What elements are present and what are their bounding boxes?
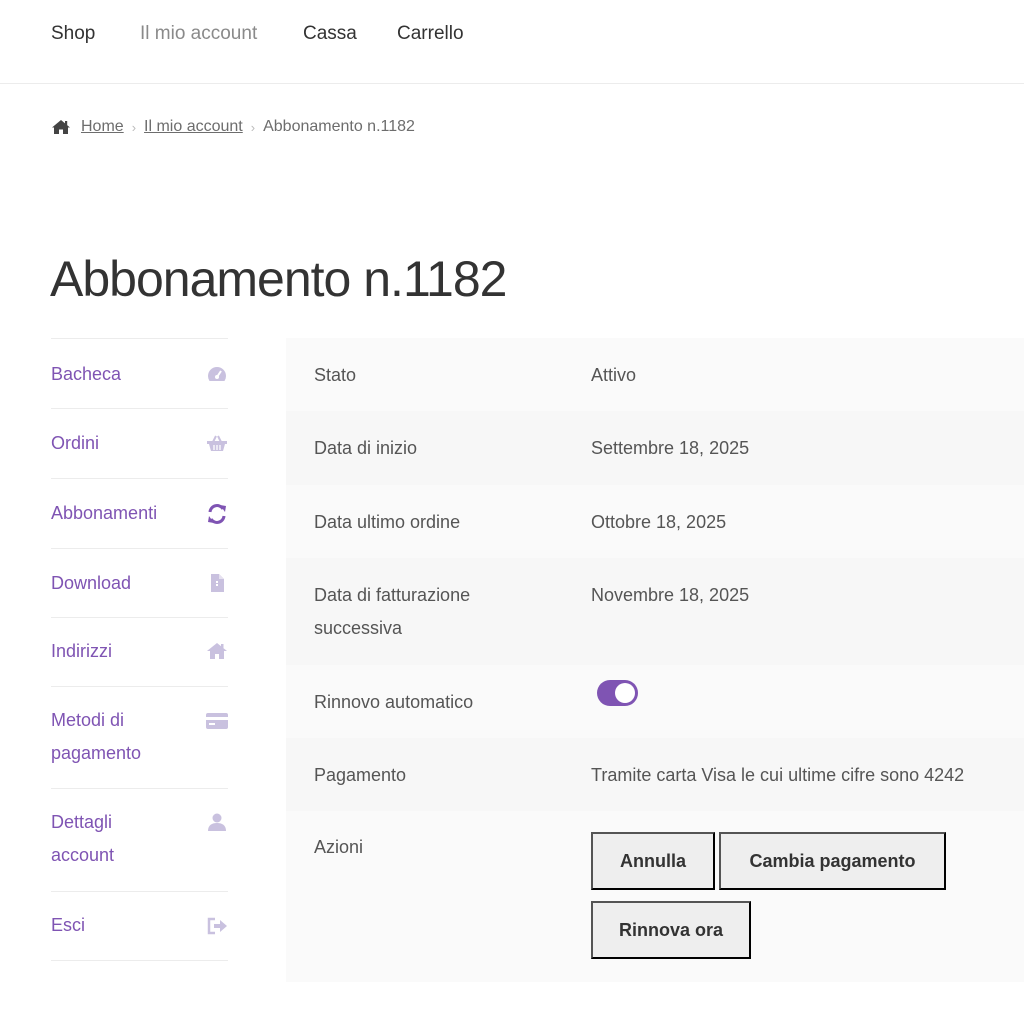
cancel-button[interactable]: Annulla <box>591 832 715 890</box>
table-row: Azioni Annulla Cambia pagamento Rinnova … <box>286 811 1024 982</box>
user-icon <box>206 812 228 832</box>
payment-label: Pagamento <box>314 765 407 785</box>
account-sidebar: Bacheca Ordini Abbonamenti Download Indi… <box>51 338 228 961</box>
toggle-knob <box>615 683 635 703</box>
sidebar-item-label: Metodi di pagamento <box>51 710 142 763</box>
nav-cart[interactable]: Carrello <box>397 22 464 46</box>
table-row: Data ultimo ordine Ottobre 18, 2025 <box>286 485 1024 558</box>
nav-my-account[interactable]: Il mio account <box>140 22 257 46</box>
status-value: Attivo <box>591 365 637 385</box>
sidebar-item-label: Download <box>51 573 132 593</box>
breadcrumb-account-link[interactable]: Il mio account <box>144 118 243 136</box>
auto-renew-label: Rinnovo automatico <box>314 692 474 712</box>
sidebar-item-downloads[interactable]: Download <box>51 549 228 618</box>
breadcrumb-home-link[interactable]: Home <box>81 118 124 136</box>
home-icon <box>51 119 71 135</box>
sidebar-item-orders[interactable]: Ordini <box>51 409 228 479</box>
refresh-icon <box>206 503 228 524</box>
sidebar-item-subscriptions[interactable]: Abbonamenti <box>51 479 228 549</box>
sidebar-item-dashboard[interactable]: Bacheca <box>51 339 228 409</box>
table-row: Stato Attivo <box>286 338 1024 411</box>
sign-out-icon <box>206 916 228 936</box>
sidebar-item-label: Bacheca <box>51 364 122 384</box>
table-row: Data di fatturazione successiva Novembre… <box>286 558 1024 665</box>
sidebar-item-label: Indirizzi <box>51 641 113 661</box>
top-navigation: Shop Il mio account Cassa Carrello <box>0 0 1024 84</box>
breadcrumb: Home › Il mio account › Abbonamento n.11… <box>51 116 415 138</box>
page-title: Abbonamento n.1182 <box>50 251 507 307</box>
table-row: Rinnovo automatico <box>286 665 1024 738</box>
credit-card-icon <box>206 711 228 731</box>
last-order-date-value: Ottobre 18, 2025 <box>591 512 727 532</box>
start-date-value: Settembre 18, 2025 <box>591 438 750 458</box>
breadcrumb-current: Abbonamento n.1182 <box>263 118 415 135</box>
subscription-details-table: Stato Attivo Data di inizio Settembre 18… <box>286 338 1024 982</box>
actions-label: Azioni <box>314 837 364 857</box>
status-label: Stato <box>314 365 357 385</box>
renew-now-button[interactable]: Rinnova ora <box>591 901 751 959</box>
dashboard-icon <box>206 364 228 384</box>
start-date-label: Data di inizio <box>314 438 418 458</box>
home-icon <box>206 641 228 661</box>
nav-shop[interactable]: Shop <box>51 22 95 46</box>
breadcrumb-separator: › <box>250 119 256 135</box>
sidebar-item-logout[interactable]: Esci <box>51 892 228 961</box>
sidebar-item-label: Abbonamenti <box>51 503 158 523</box>
last-order-date-label: Data ultimo ordine <box>314 512 461 532</box>
table-row: Data di inizio Settembre 18, 2025 <box>286 411 1024 485</box>
sidebar-item-addresses[interactable]: Indirizzi <box>51 618 228 687</box>
next-billing-date-value: Novembre 18, 2025 <box>591 585 750 605</box>
auto-renew-toggle[interactable] <box>597 680 638 706</box>
sidebar-item-label: Dettagli account <box>51 812 115 865</box>
sidebar-item-label: Ordini <box>51 433 100 453</box>
breadcrumb-separator: › <box>131 119 137 135</box>
sidebar-item-label: Esci <box>51 915 86 935</box>
payment-value: Tramite carta Visa le cui ultime cifre s… <box>591 765 965 785</box>
sidebar-item-account-details[interactable]: Dettagli account <box>51 789 228 892</box>
nav-checkout[interactable]: Cassa <box>303 22 357 46</box>
sidebar-item-payment-methods[interactable]: Metodi di pagamento <box>51 687 228 789</box>
change-payment-button[interactable]: Cambia pagamento <box>719 832 946 890</box>
table-row: Pagamento Tramite carta Visa le cui ulti… <box>286 738 1024 811</box>
file-icon <box>206 573 228 593</box>
basket-icon <box>206 433 228 453</box>
next-billing-date-label: Data di fatturazione successiva <box>314 585 471 638</box>
